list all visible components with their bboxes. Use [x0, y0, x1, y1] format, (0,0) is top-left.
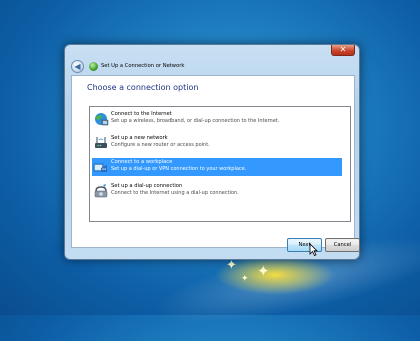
option-description: Connect to the Internet using a dial-up …: [111, 190, 239, 196]
option-connect-workplace[interactable]: Connect to a workplace Set up a dial-up …: [92, 158, 342, 176]
option-title: Connect to a workplace: [111, 159, 173, 165]
sparkle-icon: ✦: [241, 274, 249, 284]
dialup-phone-icon: [94, 184, 108, 198]
option-connect-internet[interactable]: Connect to the Internet Set up a wireles…: [92, 110, 342, 128]
option-title: Set up a new network: [111, 135, 168, 141]
sparkle-icon: ✦: [226, 258, 237, 273]
option-description: Set up a wireless, broadband, or dial-up…: [111, 118, 280, 124]
title-bar: ◀ Set Up a Connection or Network: [71, 59, 184, 73]
cancel-button[interactable]: Cancel: [325, 238, 360, 252]
option-title: Set up a dial-up connection: [111, 183, 183, 189]
connection-options-list[interactable]: Connect to the Internet Set up a wireles…: [89, 106, 351, 222]
page-heading: Choose a connection option: [87, 83, 199, 92]
close-icon: ✕: [339, 45, 347, 54]
network-globe-icon: [89, 61, 98, 71]
option-new-network[interactable]: Set up a new network Configure a new rou…: [92, 134, 342, 152]
option-dialup-connection[interactable]: Set up a dial-up connection Connect to t…: [92, 182, 342, 200]
close-button[interactable]: ✕: [331, 45, 355, 56]
router-icon: [95, 137, 107, 148]
internet-globe-icon: [95, 113, 109, 126]
window-title: Set Up a Connection or Network: [101, 63, 185, 69]
option-description: Configure a new router or access point.: [111, 142, 210, 148]
back-arrow-icon: ◀: [74, 61, 81, 71]
option-title: Connect to the Internet: [111, 111, 172, 117]
option-description: Set up a dial-up or VPN connection to yo…: [111, 166, 247, 172]
connection-wizard-window: ✕ ◀ Set Up a Connection or Network Choos…: [64, 44, 360, 260]
sparkle-icon: ✦: [257, 262, 270, 280]
back-button[interactable]: ◀: [71, 59, 84, 73]
wizard-content: Choose a connection option Connect to th…: [71, 75, 355, 248]
mouse-cursor-icon: [309, 243, 318, 256]
workplace-vpn-icon: [93, 163, 107, 172]
